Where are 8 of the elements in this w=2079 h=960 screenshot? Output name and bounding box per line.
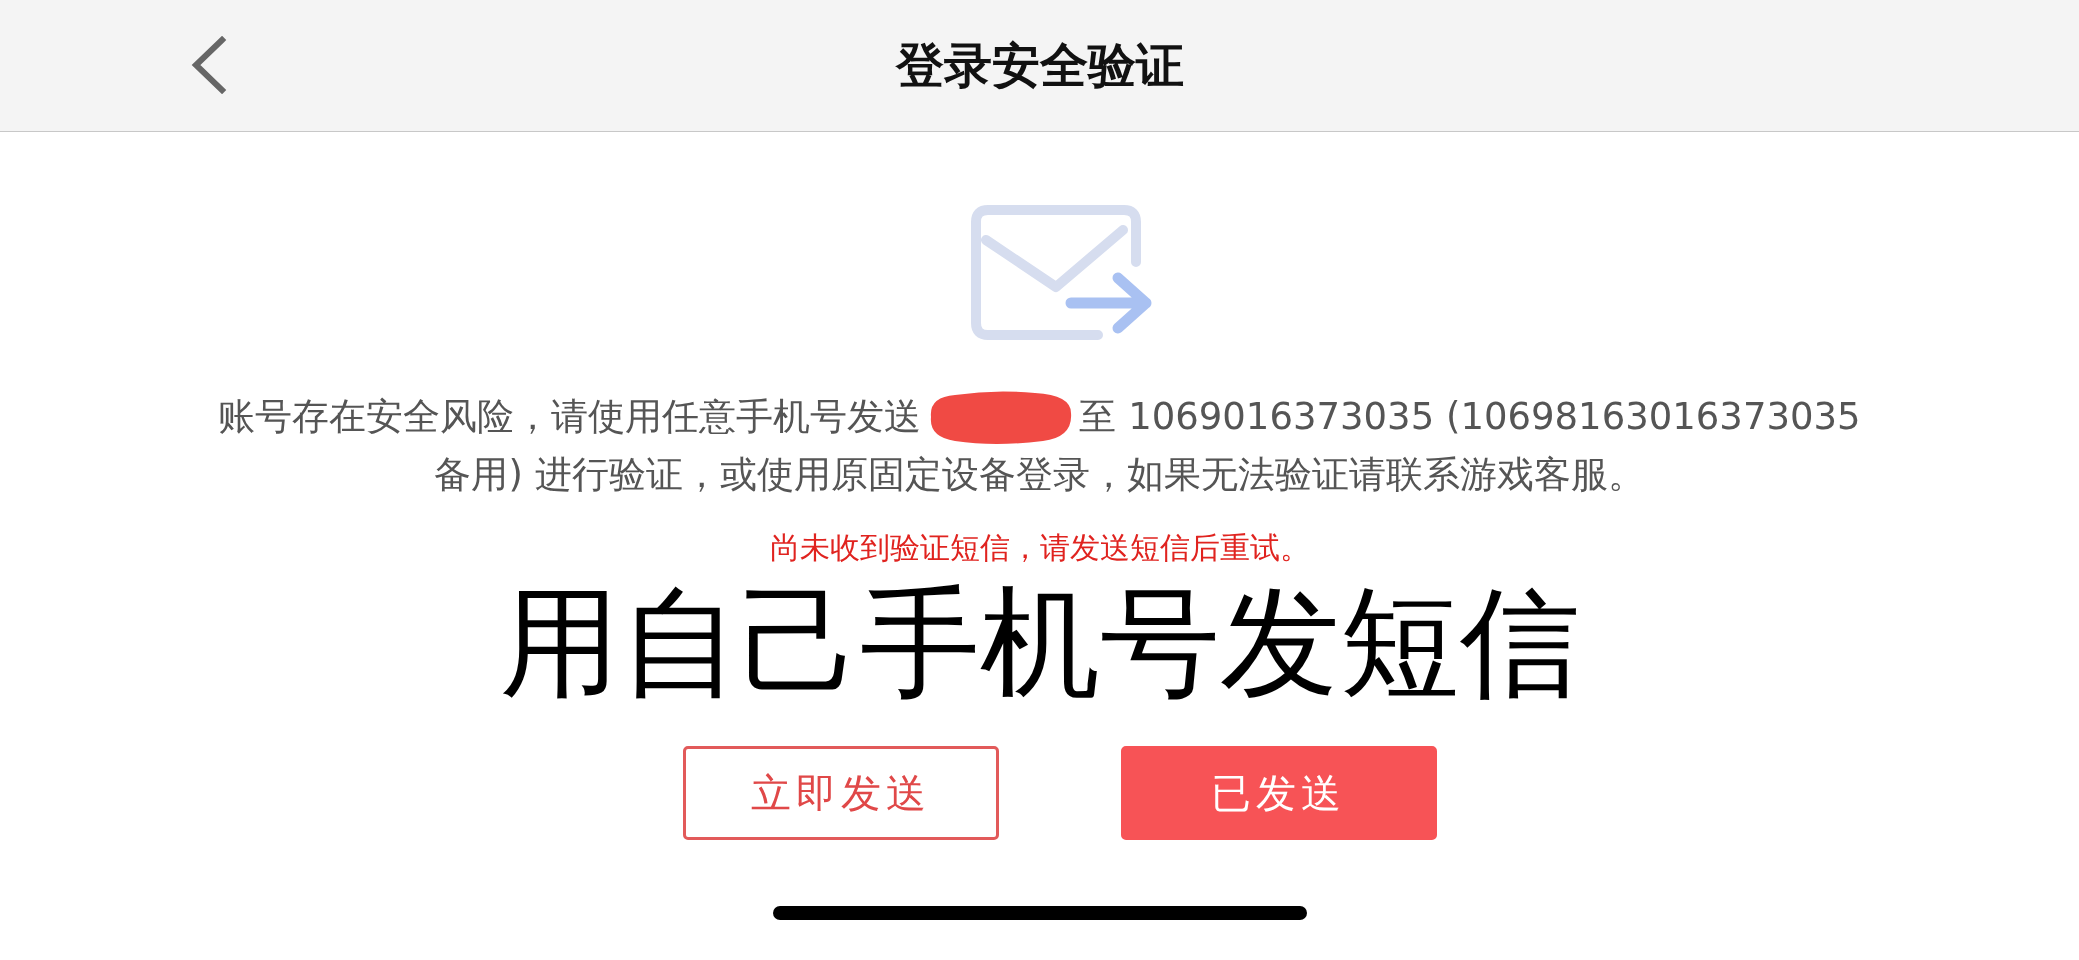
error-message: 尚未收到验证短信，请发送短信后重试。	[769, 530, 1310, 566]
send-button[interactable]: 立即发送	[682, 746, 999, 840]
notice-text: 备用) 进行验证，或使用原固定设备登录，如果无法验证请联系游戏客服。	[434, 452, 1645, 498]
page-title: 登录安全验证	[895, 35, 1184, 95]
send-button[interactable]: 已发送	[1120, 746, 1437, 840]
annotation-text: 用自己手机号发短信	[499, 572, 1580, 714]
notice-text: 账号存在安全风险，请使用任意手机号发送	[218, 394, 922, 440]
notice-text: 至 1069016373035 (10698163016373035	[1079, 394, 1861, 440]
